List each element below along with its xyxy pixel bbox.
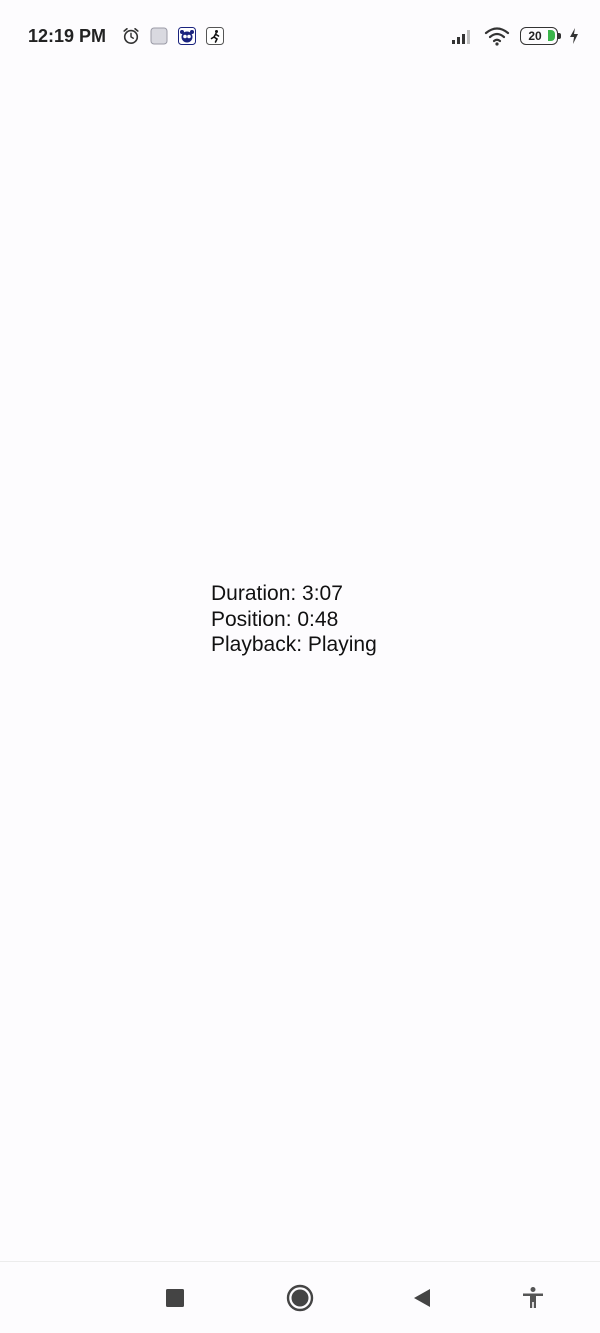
wifi-icon [484,27,510,46]
home-button[interactable] [284,1282,316,1314]
duration-text: Duration: 3:07 [211,582,343,605]
player-info: Duration: 3:07 Position: 0:48 Playback: … [211,581,377,658]
battery-indicator: 20 [520,27,561,45]
status-right: 20 [450,27,580,46]
square-icon [166,1289,184,1307]
app-icon-panda [178,27,197,45]
charging-bolt-icon [568,27,580,45]
playback-status-text: Playback: Playing [211,633,377,656]
position-text: Position: 0:48 [211,607,339,631]
alarm-icon [122,27,140,45]
battery-fill [548,30,555,41]
blank-app-icon [150,27,168,45]
app-icon-runner [206,27,225,45]
accessibility-icon [523,1287,543,1308]
battery-level: 20 [528,29,542,43]
status-left: 12:19 PM [28,25,225,47]
accessibility-button[interactable] [517,1282,549,1314]
status-bar: 12:19 PM 20 [0,0,600,72]
status-time: 12:19 PM [28,25,107,46]
circle-icon [286,1284,314,1312]
screen: 12:19 PM 20 Duration: 3:07 Position: 0:4… [0,0,600,1333]
recents-button[interactable] [159,1282,191,1314]
cellular-signal-icon [450,27,474,45]
navigation-bar [0,1261,600,1333]
back-triangle-icon [414,1289,430,1307]
back-button[interactable] [406,1282,438,1314]
